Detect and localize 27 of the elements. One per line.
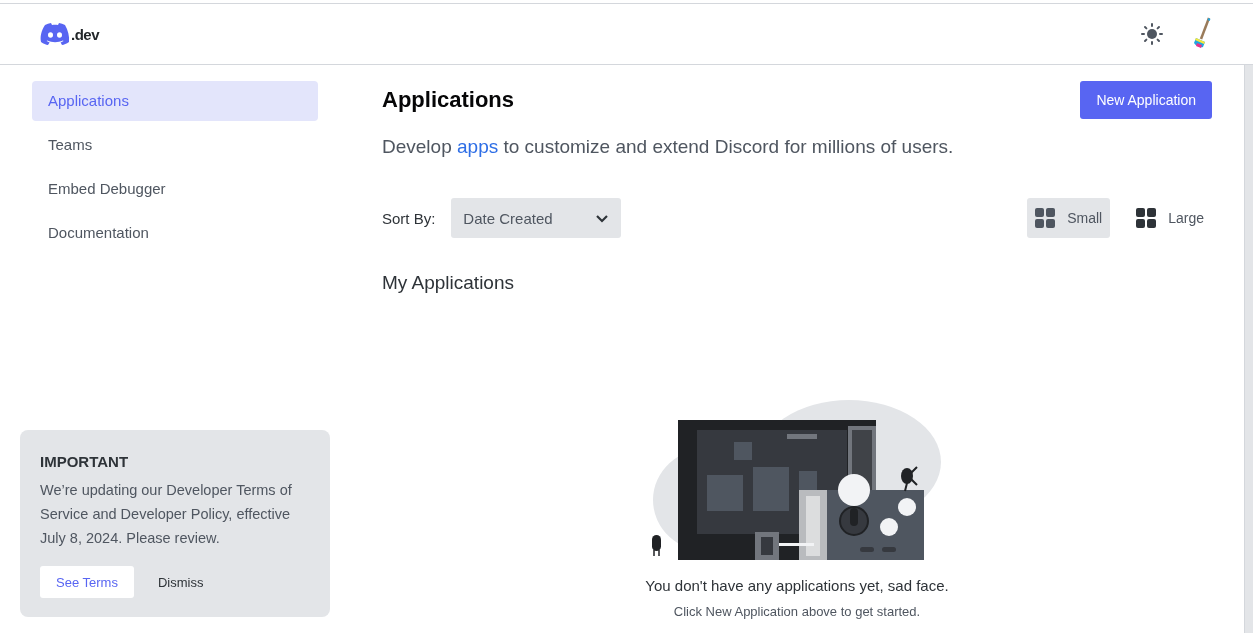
grid-icon xyxy=(1136,208,1157,228)
sort-label: Sort By: xyxy=(382,209,436,227)
sun-icon[interactable] xyxy=(1141,23,1163,45)
page-description: Develop apps to customize and extend Discord for millions of users. xyxy=(382,136,955,158)
sort-dropdown[interactable]: Date Created xyxy=(451,198,622,238)
apps-link[interactable]: apps xyxy=(457,136,499,157)
scrollbar[interactable] xyxy=(1244,65,1253,633)
new-application-button[interactable]: New Application xyxy=(1080,81,1212,119)
see-terms-button[interactable]: See Terms xyxy=(40,566,134,598)
empty-state-hint: Click New Application above to get started. xyxy=(673,604,921,619)
notice-text: We’re updating our Developer Terms of Service and Developer Policy, effective July 8, 2024. Please review. xyxy=(40,481,293,548)
view-toggle[interactable]: Large xyxy=(1128,198,1212,238)
page-title: Applications xyxy=(382,87,514,113)
discord-logo-icon xyxy=(40,23,70,45)
logo[interactable]: .dev xyxy=(40,23,99,45)
sidebar-item[interactable]: Teams xyxy=(32,125,318,165)
chevron-down-icon xyxy=(595,213,610,223)
grid-icon xyxy=(1035,208,1056,228)
sidebar-item[interactable]: Documentation xyxy=(32,213,318,253)
empty-state-message: You don't have any applications yet, sad face. xyxy=(645,577,949,594)
sidebar-item[interactable]: Applications xyxy=(32,81,318,121)
view-toggle[interactable]: Small xyxy=(1027,198,1111,238)
logo-text: .dev xyxy=(71,25,99,43)
section-title: My Applications xyxy=(382,272,515,294)
dismiss-button[interactable]: Dismiss xyxy=(141,566,220,598)
sidebar-item[interactable]: Embed Debugger xyxy=(32,169,318,209)
notice-title: IMPORTANT xyxy=(40,453,130,470)
